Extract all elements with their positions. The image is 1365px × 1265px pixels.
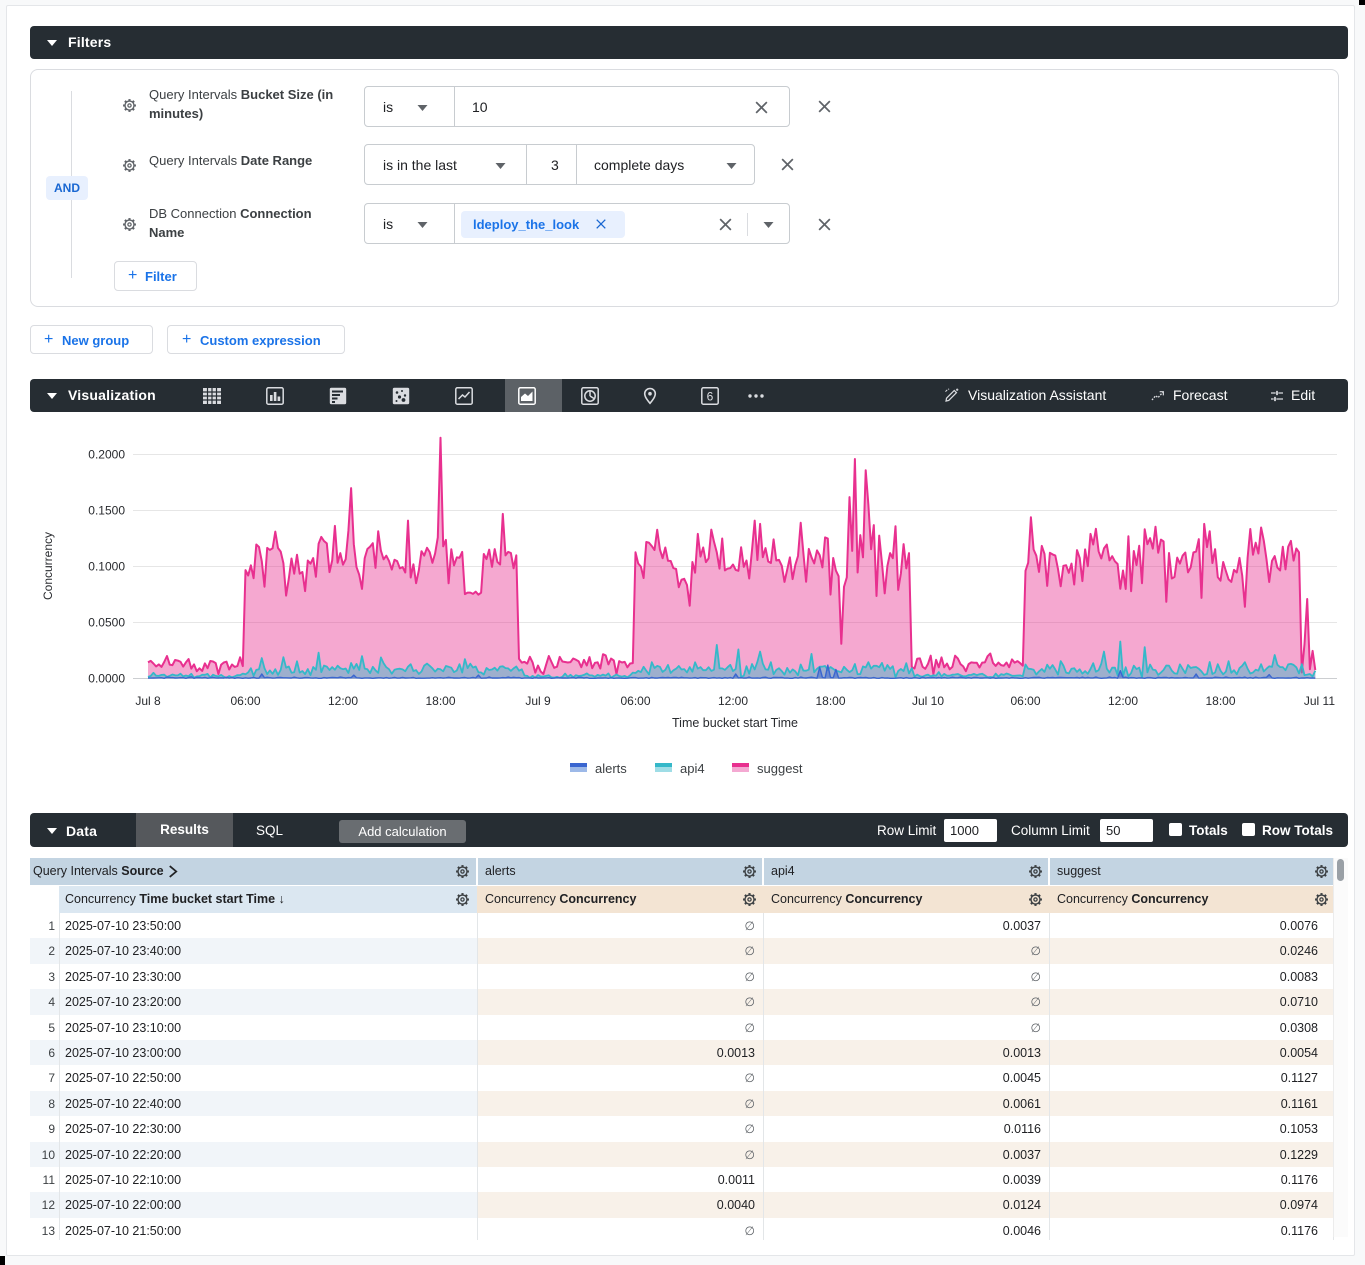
- svg-text:Jul 11: Jul 11: [1304, 694, 1335, 708]
- svg-text:18:00: 18:00: [815, 694, 845, 708]
- svg-text:6: 6: [707, 390, 714, 404]
- svg-text:Jul 9: Jul 9: [525, 694, 551, 708]
- svg-text:0.0000: 0.0000: [88, 672, 125, 686]
- svg-text:0.1500: 0.1500: [88, 504, 125, 518]
- svg-text:suggest: suggest: [757, 761, 803, 776]
- svg-text:18:00: 18:00: [425, 694, 455, 708]
- svg-text:12:00: 12:00: [328, 694, 358, 708]
- svg-text:12:00: 12:00: [1108, 694, 1138, 708]
- svg-text:api4: api4: [680, 761, 705, 776]
- svg-text:12:00: 12:00: [718, 694, 748, 708]
- svg-text:Time bucket start Time: Time bucket start Time: [672, 716, 798, 730]
- svg-text:0.2000: 0.2000: [88, 448, 125, 462]
- svg-text:0.1000: 0.1000: [88, 560, 125, 574]
- svg-text:18:00: 18:00: [1205, 694, 1235, 708]
- svg-text:alerts: alerts: [595, 761, 627, 776]
- svg-text:Jul 8: Jul 8: [135, 694, 161, 708]
- svg-text:0.0500: 0.0500: [88, 616, 125, 630]
- svg-text:Concurrency: Concurrency: [41, 532, 55, 600]
- svg-text:06:00: 06:00: [620, 694, 650, 708]
- svg-text:06:00: 06:00: [230, 694, 260, 708]
- svg-text:Jul 10: Jul 10: [912, 694, 944, 708]
- svg-text:06:00: 06:00: [1010, 694, 1040, 708]
